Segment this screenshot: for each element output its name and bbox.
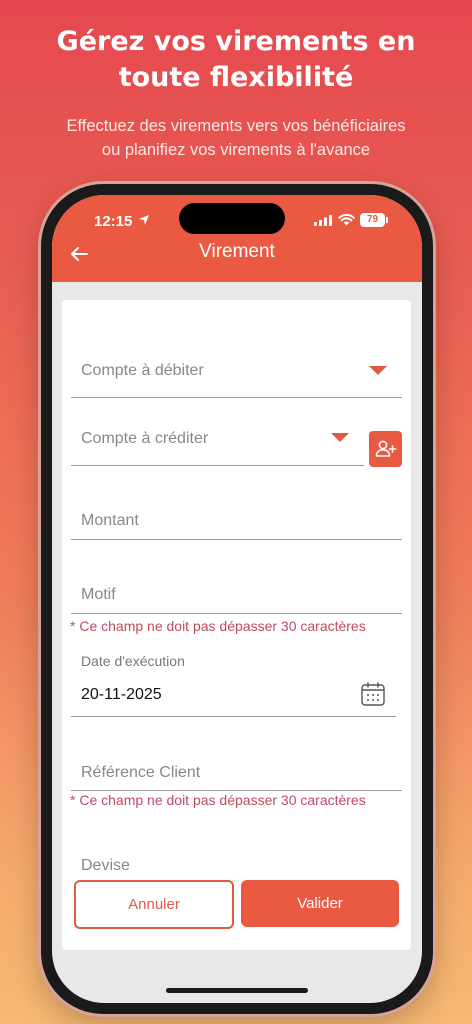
currency-label[interactable]: Devise (81, 857, 130, 875)
promo-subline: Effectuez des virements vers vos bénéfic… (0, 114, 472, 162)
client-reference-input[interactable]: Référence Client (71, 750, 402, 791)
debit-account-select[interactable]: Compte à débiter (71, 345, 402, 398)
amount-input[interactable]: Montant (71, 496, 402, 540)
execution-date-value: 20-11-2025 (81, 686, 162, 703)
credit-account-label: Compte à créditer (81, 430, 209, 447)
battery-indicator: 79 (360, 213, 388, 227)
execution-date-label: Date d'exécution (81, 653, 185, 669)
transfer-form: Compte à débiter Compte à créditer Monta… (62, 300, 411, 950)
calendar-icon[interactable] (360, 681, 386, 707)
motif-input[interactable]: Motif (71, 570, 402, 614)
location-arrow-icon (139, 215, 149, 225)
add-beneficiary-button[interactable] (369, 431, 402, 467)
promo-headline: Gérez vos virements en toute flexibilité (0, 24, 472, 96)
wifi-icon (338, 213, 355, 226)
client-reference-label: Référence Client (81, 764, 201, 781)
promo-headline-line2: toute flexibilité (118, 62, 354, 93)
signal-icon (314, 215, 332, 226)
client-reference-error-message: * Ce champ ne doit pas dépasser 30 carac… (70, 792, 366, 808)
promo-headline-line1: Gérez vos virements en (56, 26, 416, 57)
phone-screen: 12:15 79 Virement Compte à débiter Compt… (52, 195, 422, 1003)
credit-account-select[interactable]: Compte à créditer (71, 415, 364, 466)
chevron-down-icon (369, 366, 387, 375)
page-title: Virement (199, 241, 275, 262)
app-header: 12:15 79 Virement (52, 195, 422, 282)
add-user-icon (375, 440, 397, 457)
motif-error-message: * Ce champ ne doit pas dépasser 30 carac… (70, 618, 366, 634)
chevron-down-icon (331, 433, 349, 442)
debit-account-label: Compte à débiter (81, 362, 204, 379)
motif-label: Motif (81, 586, 116, 603)
status-time: 12:15 (94, 213, 133, 230)
validate-button[interactable]: Valider (241, 880, 399, 927)
phone-frame: 12:15 79 Virement Compte à débiter Compt… (41, 184, 433, 1014)
home-indicator (166, 988, 308, 993)
cancel-button[interactable]: Annuler (74, 880, 234, 929)
amount-label: Montant (81, 512, 139, 529)
promo-subline-line1: Effectuez des virements vers vos bénéfic… (66, 117, 406, 135)
dynamic-island (179, 203, 285, 234)
promo-subline-line2: ou planifiez vos virements à l'avance (101, 141, 371, 159)
